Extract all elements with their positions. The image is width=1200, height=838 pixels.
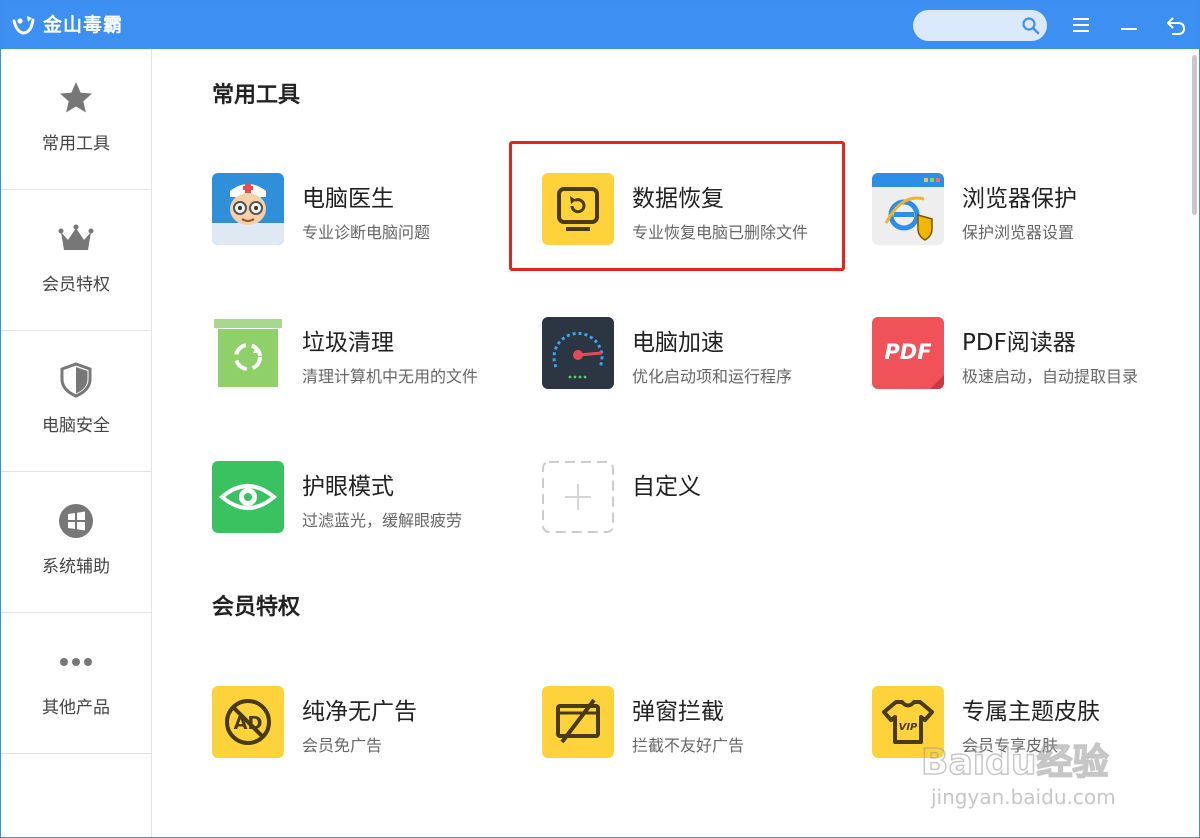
back-icon[interactable]	[1164, 13, 1188, 37]
search-input[interactable]	[925, 14, 1021, 37]
tool-name: 专属主题皮肤	[962, 699, 1100, 725]
sidebar-item-system[interactable]: 系统辅助	[1, 472, 151, 613]
tool-name: 自定义	[632, 474, 701, 500]
shield-icon	[60, 362, 92, 398]
sidebar-item-label: 其他产品	[42, 698, 110, 718]
tool-junk-clean[interactable]: 垃圾清理 清理计算机中无用的文件	[212, 317, 532, 397]
tool-popup-block[interactable]: 弹窗拦截 拦截不友好广告	[542, 686, 862, 766]
title-bar: 金山毒霸	[1, 1, 1199, 49]
no-ads-icon: AD	[212, 686, 284, 758]
crown-icon	[58, 224, 94, 250]
doctor-icon	[212, 173, 284, 245]
app-title: 金山毒霸	[43, 14, 124, 36]
scrollbar-thumb[interactable]	[1192, 55, 1197, 215]
tool-name: 垃圾清理	[302, 330, 394, 356]
app-window: 金山毒霸 常用工具 会员特权 电脑安全 系统辅助 其他产品 常用工具 电脑医生 …	[0, 0, 1200, 838]
more-dots-icon	[60, 658, 92, 666]
star-icon	[60, 82, 92, 113]
minimize-icon[interactable]	[1117, 13, 1141, 37]
app-logo-icon	[12, 16, 35, 35]
tool-desc: 专业诊断电脑问题	[302, 223, 431, 242]
sidebar-item-member[interactable]: 会员特权	[1, 190, 151, 331]
tool-customize[interactable]: 自定义	[542, 461, 862, 541]
tool-desc: 保护浏览器设置	[962, 223, 1075, 242]
trash-clean-icon	[212, 317, 284, 389]
watermark-line2: jingyan.baidu.com	[930, 785, 1116, 809]
baidu-watermark: Baidu经验 jingyan.baidu.com	[921, 741, 1116, 809]
tool-name: PDF阅读器	[962, 330, 1076, 356]
tool-name: 护眼模式	[302, 474, 394, 500]
tool-name: 弹窗拦截	[632, 699, 724, 725]
sidebar-item-label: 常用工具	[42, 134, 110, 154]
vip-icon-text: VIP	[899, 722, 918, 733]
sidebar-item-label: 系统辅助	[42, 557, 110, 577]
speedometer-icon	[542, 317, 614, 389]
popup-block-icon	[542, 686, 614, 758]
sidebar-item-common-tools[interactable]: 常用工具	[1, 49, 151, 190]
sidebar-item-label: 电脑安全	[42, 416, 110, 436]
pdf-icon: PDF	[872, 317, 944, 389]
vertical-scrollbar[interactable]	[1188, 49, 1199, 837]
tool-name: 浏览器保护	[962, 186, 1077, 212]
tool-desc: 优化启动项和运行程序	[632, 367, 793, 386]
tool-desc: 过滤蓝光，缓解眼疲劳	[302, 511, 463, 530]
tool-browser-protect[interactable]: 浏览器保护 保护浏览器设置	[872, 173, 1192, 253]
eye-icon	[212, 461, 284, 533]
main-content: 常用工具 电脑医生 专业诊断电脑问题 数据恢复 专业恢复电脑已删除文件 浏览器保…	[152, 49, 1188, 837]
tool-desc: 极速启动，自动提取目录	[962, 367, 1139, 386]
tool-pc-doctor[interactable]: 电脑医生 专业诊断电脑问题	[212, 173, 532, 253]
watermark-line1: Baidu经验	[921, 742, 1108, 783]
windows-icon	[59, 504, 93, 538]
tool-desc: 会员免广告	[302, 736, 383, 755]
sidebar: 常用工具 会员特权 电脑安全 系统辅助 其他产品	[1, 49, 152, 837]
browser-protect-icon	[872, 173, 944, 245]
tool-pdf-reader[interactable]: PDF PDF阅读器 极速启动，自动提取目录	[872, 317, 1192, 397]
section-title-common-tools: 常用工具	[212, 83, 301, 108]
tool-name: 纯净无广告	[302, 699, 417, 725]
tool-pc-speedup[interactable]: 电脑加速 优化启动项和运行程序	[542, 317, 862, 397]
sidebar-item-security[interactable]: 电脑安全	[1, 331, 151, 472]
no-ads-icon-text: AD	[234, 713, 263, 734]
sidebar-item-other-products[interactable]: 其他产品	[1, 613, 151, 754]
search-icon[interactable]	[1021, 16, 1041, 36]
tool-no-ads[interactable]: AD 纯净无广告 会员免广告	[212, 686, 532, 766]
tool-desc: 清理计算机中无用的文件	[302, 367, 479, 386]
plus-icon	[542, 461, 614, 533]
tool-desc: 拦截不友好广告	[632, 736, 745, 755]
search-box[interactable]	[913, 10, 1047, 41]
highlight-box	[509, 141, 845, 271]
tool-eye-protect[interactable]: 护眼模式 过滤蓝光，缓解眼疲劳	[212, 461, 532, 541]
pdf-icon-text: PDF	[884, 340, 932, 364]
menu-icon[interactable]	[1069, 13, 1093, 37]
tool-name: 电脑医生	[302, 186, 394, 212]
tool-name: 电脑加速	[632, 330, 724, 356]
section-title-member: 会员特权	[212, 595, 301, 620]
sidebar-item-label: 会员特权	[42, 275, 110, 295]
